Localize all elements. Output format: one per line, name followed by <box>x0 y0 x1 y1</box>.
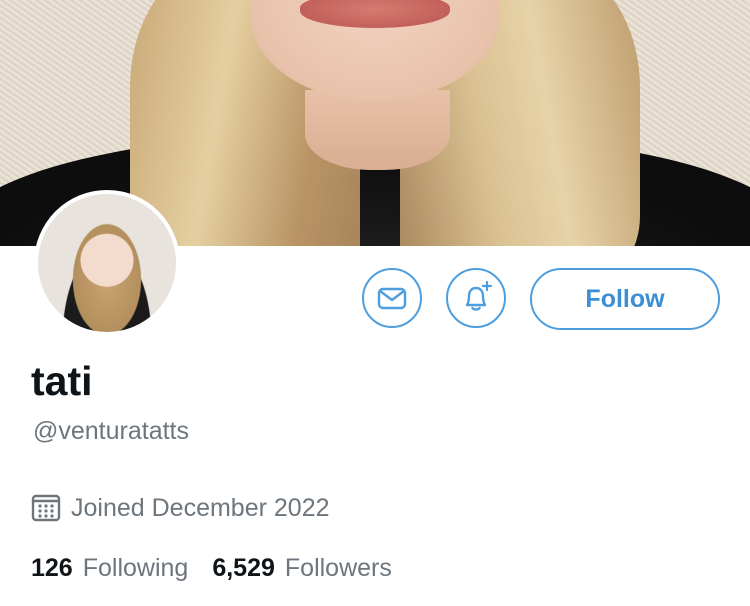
joined-date-row: Joined December 2022 <box>31 493 330 523</box>
calendar-icon <box>31 493 61 523</box>
display-name: tati <box>31 358 93 404</box>
follow-button-label: Follow <box>585 284 665 313</box>
banner-neck <box>305 90 450 170</box>
notify-button[interactable] <box>446 268 506 328</box>
user-handle: @venturatatts <box>33 417 190 445</box>
bell-plus-icon <box>465 280 493 311</box>
following-label: Following <box>82 554 189 582</box>
followers-label: Followers <box>284 554 392 582</box>
followers-link[interactable]: 6,529 Followers <box>212 554 392 583</box>
profile-stats: 126 Following 6,529 Followers <box>31 554 416 583</box>
avatar-photo <box>38 194 176 332</box>
mail-icon <box>377 287 407 310</box>
follow-button[interactable]: Follow <box>530 268 720 330</box>
joined-date-text: Joined December 2022 <box>71 493 330 522</box>
following-count: 126 <box>31 554 73 582</box>
following-link[interactable]: 126 Following <box>31 554 188 583</box>
message-button[interactable] <box>362 268 422 328</box>
avatar[interactable] <box>34 190 180 336</box>
followers-count: 6,529 <box>212 554 275 582</box>
